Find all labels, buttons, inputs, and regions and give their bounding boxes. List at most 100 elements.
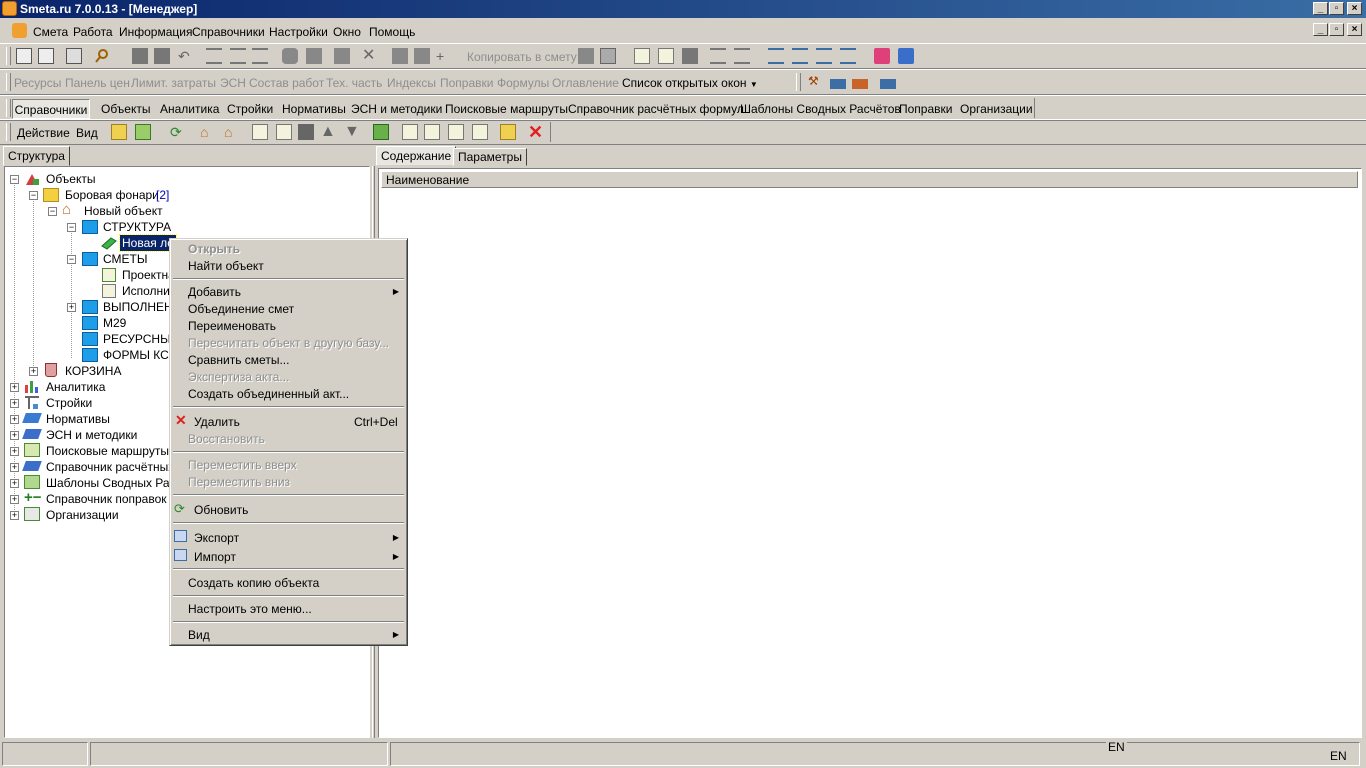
tab-spravochniki[interactable]: Справочники xyxy=(12,99,90,119)
list3-icon[interactable] xyxy=(252,48,268,64)
tab-search-routes[interactable]: Поисковые маршруты xyxy=(445,99,568,119)
truck-icon[interactable] xyxy=(830,79,846,89)
menu-open[interactable]: Открыть xyxy=(188,242,240,256)
undo-icon[interactable]: ↶ xyxy=(178,48,194,64)
list2-icon[interactable] xyxy=(230,48,246,64)
toolbar-grip[interactable] xyxy=(6,123,11,141)
expand-icon[interactable]: + xyxy=(10,399,19,408)
doc-close-button[interactable]: × xyxy=(1347,23,1362,36)
minimize-button[interactable]: _ xyxy=(1313,2,1328,15)
action-menu[interactable]: Действие xyxy=(17,126,70,140)
price-panel-button[interactable]: Панель цен xyxy=(65,76,130,90)
tab-templates[interactable]: Шаблоны Сводных Расчётов xyxy=(740,99,901,119)
tab-stroyki[interactable]: Стройки xyxy=(227,99,273,119)
percent-doc-icon[interactable] xyxy=(402,124,418,140)
expand-icon[interactable]: + xyxy=(10,383,19,392)
tab-objects[interactable]: Объекты xyxy=(101,99,151,119)
cut-icon[interactable]: ✕ xyxy=(362,48,378,64)
arrow-up-icon[interactable]: ▲ xyxy=(320,124,336,140)
formulas-button[interactable]: Формулы xyxy=(497,76,549,90)
menu-rabota[interactable]: Работа xyxy=(73,25,113,39)
collapse-icon[interactable]: − xyxy=(67,255,76,264)
import-icon[interactable] xyxy=(373,124,389,140)
tab-content[interactable]: Содержание xyxy=(376,146,457,166)
tab-organizations[interactable]: Организации xyxy=(960,99,1033,119)
tree-item-new-object[interactable]: − ⌂ Новый объект xyxy=(4,202,370,219)
refresh-icon[interactable]: ⟳ xyxy=(170,124,186,140)
menu-nastroyki[interactable]: Настройки xyxy=(269,25,328,39)
tree-item-structure[interactable]: − СТРУКТУРА xyxy=(4,219,370,235)
menu-spravochniki[interactable]: Справочники xyxy=(192,25,265,39)
m29-doc-icon[interactable] xyxy=(424,124,440,140)
delete-icon[interactable]: ✕ xyxy=(528,123,544,141)
sort2-icon[interactable] xyxy=(792,48,808,64)
resources-button[interactable]: Ресурсы xyxy=(14,76,61,90)
tab-formulas[interactable]: Справочник расчётных формул xyxy=(568,99,744,119)
grid-icon[interactable] xyxy=(66,48,82,64)
copy-doc-icon[interactable] xyxy=(578,48,594,64)
box-icon[interactable] xyxy=(682,48,698,64)
tree-collapse-icon[interactable] xyxy=(38,48,54,64)
rr-doc-icon[interactable] xyxy=(448,124,464,140)
tab-params[interactable]: Параметры xyxy=(453,148,527,166)
bricks-icon[interactable] xyxy=(852,79,868,89)
menu-expertise[interactable]: Экспертиза акта... xyxy=(188,370,289,384)
menu-restore[interactable]: Восстановить xyxy=(188,432,265,446)
expand-icon[interactable]: + xyxy=(10,479,19,488)
sort3-icon[interactable] xyxy=(816,48,832,64)
restore-button[interactable]: ▫ xyxy=(1329,2,1344,15)
tree-item-borovaya[interactable]: − Боровая фонари [2] xyxy=(4,187,370,203)
house2-icon[interactable]: ⌂ xyxy=(224,124,240,140)
menu-informaciya[interactable]: Информация xyxy=(119,25,192,39)
menu-move-up[interactable]: Переместить вверх xyxy=(188,458,297,472)
contents-button[interactable]: Оглавление xyxy=(552,76,619,90)
close-button[interactable]: × xyxy=(1347,2,1362,15)
bookmark-icon[interactable] xyxy=(334,48,350,64)
toolbar-grip[interactable] xyxy=(6,73,11,91)
language-indicator-tray[interactable]: EN xyxy=(1330,749,1347,763)
folder-open-icon[interactable] xyxy=(135,124,151,140)
list-icon[interactable] xyxy=(206,48,222,64)
stamp-icon[interactable] xyxy=(306,48,322,64)
menu-refresh[interactable]: ⟳ Обновить xyxy=(170,501,407,517)
limit-costs-button[interactable]: Лимит. затраты xyxy=(131,76,216,90)
menu-rename[interactable]: Переименовать xyxy=(188,319,276,333)
search-icon[interactable] xyxy=(94,48,110,64)
tab-normativy[interactable]: Нормативы xyxy=(282,99,346,119)
tab-esn[interactable]: ЭСН и методики xyxy=(351,99,442,119)
menu-compare[interactable]: Сравнить сметы... xyxy=(188,353,289,367)
square-icon[interactable] xyxy=(298,124,314,140)
text2-icon[interactable] xyxy=(658,48,674,64)
menu-import[interactable]: Импорт ▶ xyxy=(170,548,407,564)
menu-move-down[interactable]: Переместить вниз xyxy=(188,475,290,489)
menu-delete[interactable]: ✕ Удалить Ctrl+Del xyxy=(170,412,407,429)
toolbar-grip[interactable] xyxy=(796,73,801,91)
doc-new-icon[interactable] xyxy=(252,124,268,140)
view-menu[interactable]: Вид xyxy=(76,126,98,140)
paste-icon[interactable] xyxy=(414,48,430,64)
clipboard-icon[interactable] xyxy=(600,48,616,64)
tab-analytics[interactable]: Аналитика xyxy=(160,99,219,119)
doc-restore-button[interactable]: ▫ xyxy=(1329,23,1344,36)
outdent-icon[interactable] xyxy=(734,48,750,64)
book-blue-icon[interactable] xyxy=(898,48,914,64)
collapse-icon[interactable]: − xyxy=(29,191,38,200)
tree-icon[interactable] xyxy=(16,48,32,64)
esn-button[interactable]: ЭСН xyxy=(220,76,246,90)
menu-export[interactable]: Экспорт ▶ xyxy=(170,529,407,545)
expand-icon[interactable]: + xyxy=(10,415,19,424)
menu-configure[interactable]: Настроить это меню... xyxy=(188,602,312,616)
indices-button[interactable]: Индексы xyxy=(387,76,436,90)
collapse-icon[interactable]: − xyxy=(48,207,57,216)
expand-icon[interactable]: + xyxy=(10,431,19,440)
doc-new2-icon[interactable] xyxy=(276,124,292,140)
indent-icon[interactable] xyxy=(710,48,726,64)
menu-okno[interactable]: Окно xyxy=(333,25,361,39)
toolbar-grip[interactable] xyxy=(6,47,11,65)
new-folder-icon[interactable] xyxy=(500,124,516,140)
copy-to-estimate-button[interactable]: Копировать в смету xyxy=(467,50,577,64)
expand-icon[interactable]: + xyxy=(10,495,19,504)
work-composition-button[interactable]: Состав работ xyxy=(249,76,324,90)
expand-icon[interactable]: + xyxy=(10,463,19,472)
copy-icon[interactable] xyxy=(392,48,408,64)
